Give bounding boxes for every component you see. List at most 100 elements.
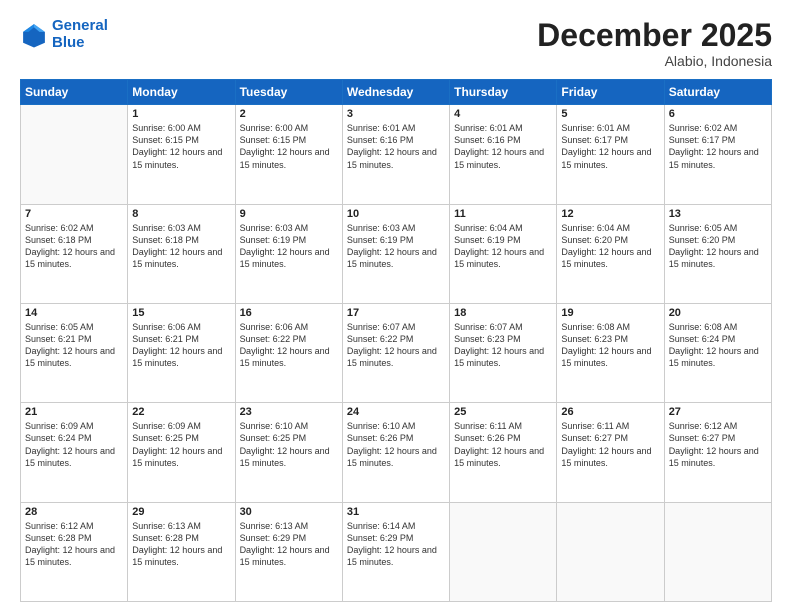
day-number: 12: [561, 208, 659, 220]
day-info: Sunrise: 6:06 AM Sunset: 6:21 PM Dayligh…: [132, 321, 230, 370]
logo-line1: General: [52, 17, 108, 34]
day-cell: 4Sunrise: 6:01 AM Sunset: 6:16 PM Daylig…: [450, 105, 557, 204]
day-info: Sunrise: 6:10 AM Sunset: 6:26 PM Dayligh…: [347, 420, 445, 469]
weekday-header-friday: Friday: [557, 80, 664, 105]
weekday-header-thursday: Thursday: [450, 80, 557, 105]
day-info: Sunrise: 6:01 AM Sunset: 6:17 PM Dayligh…: [561, 122, 659, 171]
day-info: Sunrise: 6:12 AM Sunset: 6:27 PM Dayligh…: [669, 420, 767, 469]
day-info: Sunrise: 6:03 AM Sunset: 6:19 PM Dayligh…: [240, 222, 338, 271]
day-info: Sunrise: 6:00 AM Sunset: 6:15 PM Dayligh…: [132, 122, 230, 171]
day-cell: 8Sunrise: 6:03 AM Sunset: 6:18 PM Daylig…: [128, 204, 235, 303]
day-info: Sunrise: 6:03 AM Sunset: 6:19 PM Dayligh…: [347, 222, 445, 271]
day-number: 31: [347, 506, 445, 518]
location: Alabio, Indonesia: [537, 53, 772, 69]
logo-icon: [20, 21, 48, 49]
day-info: Sunrise: 6:05 AM Sunset: 6:20 PM Dayligh…: [669, 222, 767, 271]
day-number: 16: [240, 307, 338, 319]
day-cell: 16 Sunrise: 6:06 AM Sunset: 6:22 PM Dayli…: [235, 303, 342, 402]
day-cell: 7Sunrise: 6:02 AM Sunset: 6:18 PM Daylig…: [21, 204, 128, 303]
day-info: Sunrise: 6:13 AM Sunset: 6:29 PM Dayligh…: [240, 520, 338, 569]
day-number: 25: [454, 406, 552, 418]
day-number: 14: [25, 307, 123, 319]
day-info: Sunrise: 6:07 AM Sunset: 6:22 PM Dayligh…: [347, 321, 445, 370]
day-number: 13: [669, 208, 767, 220]
day-cell: [664, 502, 771, 601]
day-cell: 19Sunrise: 6:08 AM Sunset: 6:23 PM Dayli…: [557, 303, 664, 402]
week-row-0: 1Sunrise: 6:00 AM Sunset: 6:15 PM Daylig…: [21, 105, 772, 204]
week-row-3: 21Sunrise: 6:09 AM Sunset: 6:24 PM Dayli…: [21, 403, 772, 502]
day-cell: 20 Sunrise: 6:08 AM Sunset: 6:24 PM Dayli…: [664, 303, 771, 402]
day-cell: 14Sunrise: 6:05 AM Sunset: 6:21 PM Dayli…: [21, 303, 128, 402]
day-number: 7: [25, 208, 123, 220]
day-cell: 17 Sunrise: 6:07 AM Sunset: 6:22 PM Dayli…: [342, 303, 449, 402]
day-number: 6: [669, 108, 767, 120]
day-cell: 3Sunrise: 6:01 AM Sunset: 6:16 PM Daylig…: [342, 105, 449, 204]
logo-text: General Blue: [52, 18, 108, 51]
day-cell: 25 Sunrise: 6:11 AM Sunset: 6:26 PM Dayli…: [450, 403, 557, 502]
weekday-header-tuesday: Tuesday: [235, 80, 342, 105]
weekday-header-monday: Monday: [128, 80, 235, 105]
day-number: 20: [669, 307, 767, 319]
day-cell: 2 Sunrise: 6:00 AM Sunset: 6:15 PM Daylig…: [235, 105, 342, 204]
day-cell: [450, 502, 557, 601]
day-cell: 5 Sunrise: 6:01 AM Sunset: 6:17 PM Daylig…: [557, 105, 664, 204]
day-number: 17: [347, 307, 445, 319]
day-number: 10: [347, 208, 445, 220]
day-number: 8: [132, 208, 230, 220]
week-row-1: 7Sunrise: 6:02 AM Sunset: 6:18 PM Daylig…: [21, 204, 772, 303]
day-number: 3: [347, 108, 445, 120]
day-cell: 24 Sunrise: 6:10 AM Sunset: 6:26 PM Dayli…: [342, 403, 449, 502]
day-info: Sunrise: 6:02 AM Sunset: 6:17 PM Dayligh…: [669, 122, 767, 171]
day-info: Sunrise: 6:04 AM Sunset: 6:19 PM Dayligh…: [454, 222, 552, 271]
day-number: 2: [240, 108, 338, 120]
day-number: 27: [669, 406, 767, 418]
day-info: Sunrise: 6:06 AM Sunset: 6:22 PM Dayligh…: [240, 321, 338, 370]
day-cell: 23 Sunrise: 6:10 AM Sunset: 6:25 PM Dayli…: [235, 403, 342, 502]
day-info: Sunrise: 6:04 AM Sunset: 6:20 PM Dayligh…: [561, 222, 659, 271]
day-number: 30: [240, 506, 338, 518]
day-cell: 21Sunrise: 6:09 AM Sunset: 6:24 PM Dayli…: [21, 403, 128, 502]
page: General Blue December 2025 Alabio, Indon…: [0, 0, 792, 612]
day-info: Sunrise: 6:01 AM Sunset: 6:16 PM Dayligh…: [454, 122, 552, 171]
week-row-2: 14Sunrise: 6:05 AM Sunset: 6:21 PM Dayli…: [21, 303, 772, 402]
week-row-4: 28 Sunrise: 6:12 AM Sunset: 6:28 PM Dayli…: [21, 502, 772, 601]
day-info: Sunrise: 6:08 AM Sunset: 6:24 PM Dayligh…: [669, 321, 767, 370]
day-number: 29: [132, 506, 230, 518]
day-number: 23: [240, 406, 338, 418]
day-cell: 11 Sunrise: 6:04 AM Sunset: 6:19 PM Dayli…: [450, 204, 557, 303]
logo-line2: Blue: [52, 34, 85, 51]
day-cell: [557, 502, 664, 601]
day-info: Sunrise: 6:10 AM Sunset: 6:25 PM Dayligh…: [240, 420, 338, 469]
day-info: Sunrise: 6:13 AM Sunset: 6:28 PM Dayligh…: [132, 520, 230, 569]
day-cell: 15 Sunrise: 6:06 AM Sunset: 6:21 PM Dayli…: [128, 303, 235, 402]
day-number: 15: [132, 307, 230, 319]
day-number: 28: [25, 506, 123, 518]
title-block: December 2025 Alabio, Indonesia: [537, 18, 772, 69]
weekday-header-sunday: Sunday: [21, 80, 128, 105]
day-number: 18: [454, 307, 552, 319]
day-number: 9: [240, 208, 338, 220]
calendar-table: SundayMondayTuesdayWednesdayThursdayFrid…: [20, 79, 772, 602]
day-cell: 6 Sunrise: 6:02 AM Sunset: 6:17 PM Daylig…: [664, 105, 771, 204]
weekday-header-row: SundayMondayTuesdayWednesdayThursdayFrid…: [21, 80, 772, 105]
day-info: Sunrise: 6:08 AM Sunset: 6:23 PM Dayligh…: [561, 321, 659, 370]
day-info: Sunrise: 6:12 AM Sunset: 6:28 PM Dayligh…: [25, 520, 123, 569]
day-cell: 26 Sunrise: 6:11 AM Sunset: 6:27 PM Dayli…: [557, 403, 664, 502]
day-cell: 13 Sunrise: 6:05 AM Sunset: 6:20 PM Dayli…: [664, 204, 771, 303]
day-number: 24: [347, 406, 445, 418]
day-cell: 28 Sunrise: 6:12 AM Sunset: 6:28 PM Dayli…: [21, 502, 128, 601]
day-number: 5: [561, 108, 659, 120]
day-number: 26: [561, 406, 659, 418]
day-cell: [21, 105, 128, 204]
day-info: Sunrise: 6:09 AM Sunset: 6:25 PM Dayligh…: [132, 420, 230, 469]
day-number: 11: [454, 208, 552, 220]
day-number: 21: [25, 406, 123, 418]
day-cell: 18Sunrise: 6:07 AM Sunset: 6:23 PM Dayli…: [450, 303, 557, 402]
day-info: Sunrise: 6:11 AM Sunset: 6:26 PM Dayligh…: [454, 420, 552, 469]
day-cell: 30 Sunrise: 6:13 AM Sunset: 6:29 PM Dayli…: [235, 502, 342, 601]
day-info: Sunrise: 6:14 AM Sunset: 6:29 PM Dayligh…: [347, 520, 445, 569]
day-info: Sunrise: 6:11 AM Sunset: 6:27 PM Dayligh…: [561, 420, 659, 469]
day-cell: 1Sunrise: 6:00 AM Sunset: 6:15 PM Daylig…: [128, 105, 235, 204]
day-cell: 22Sunrise: 6:09 AM Sunset: 6:25 PM Dayli…: [128, 403, 235, 502]
day-info: Sunrise: 6:00 AM Sunset: 6:15 PM Dayligh…: [240, 122, 338, 171]
